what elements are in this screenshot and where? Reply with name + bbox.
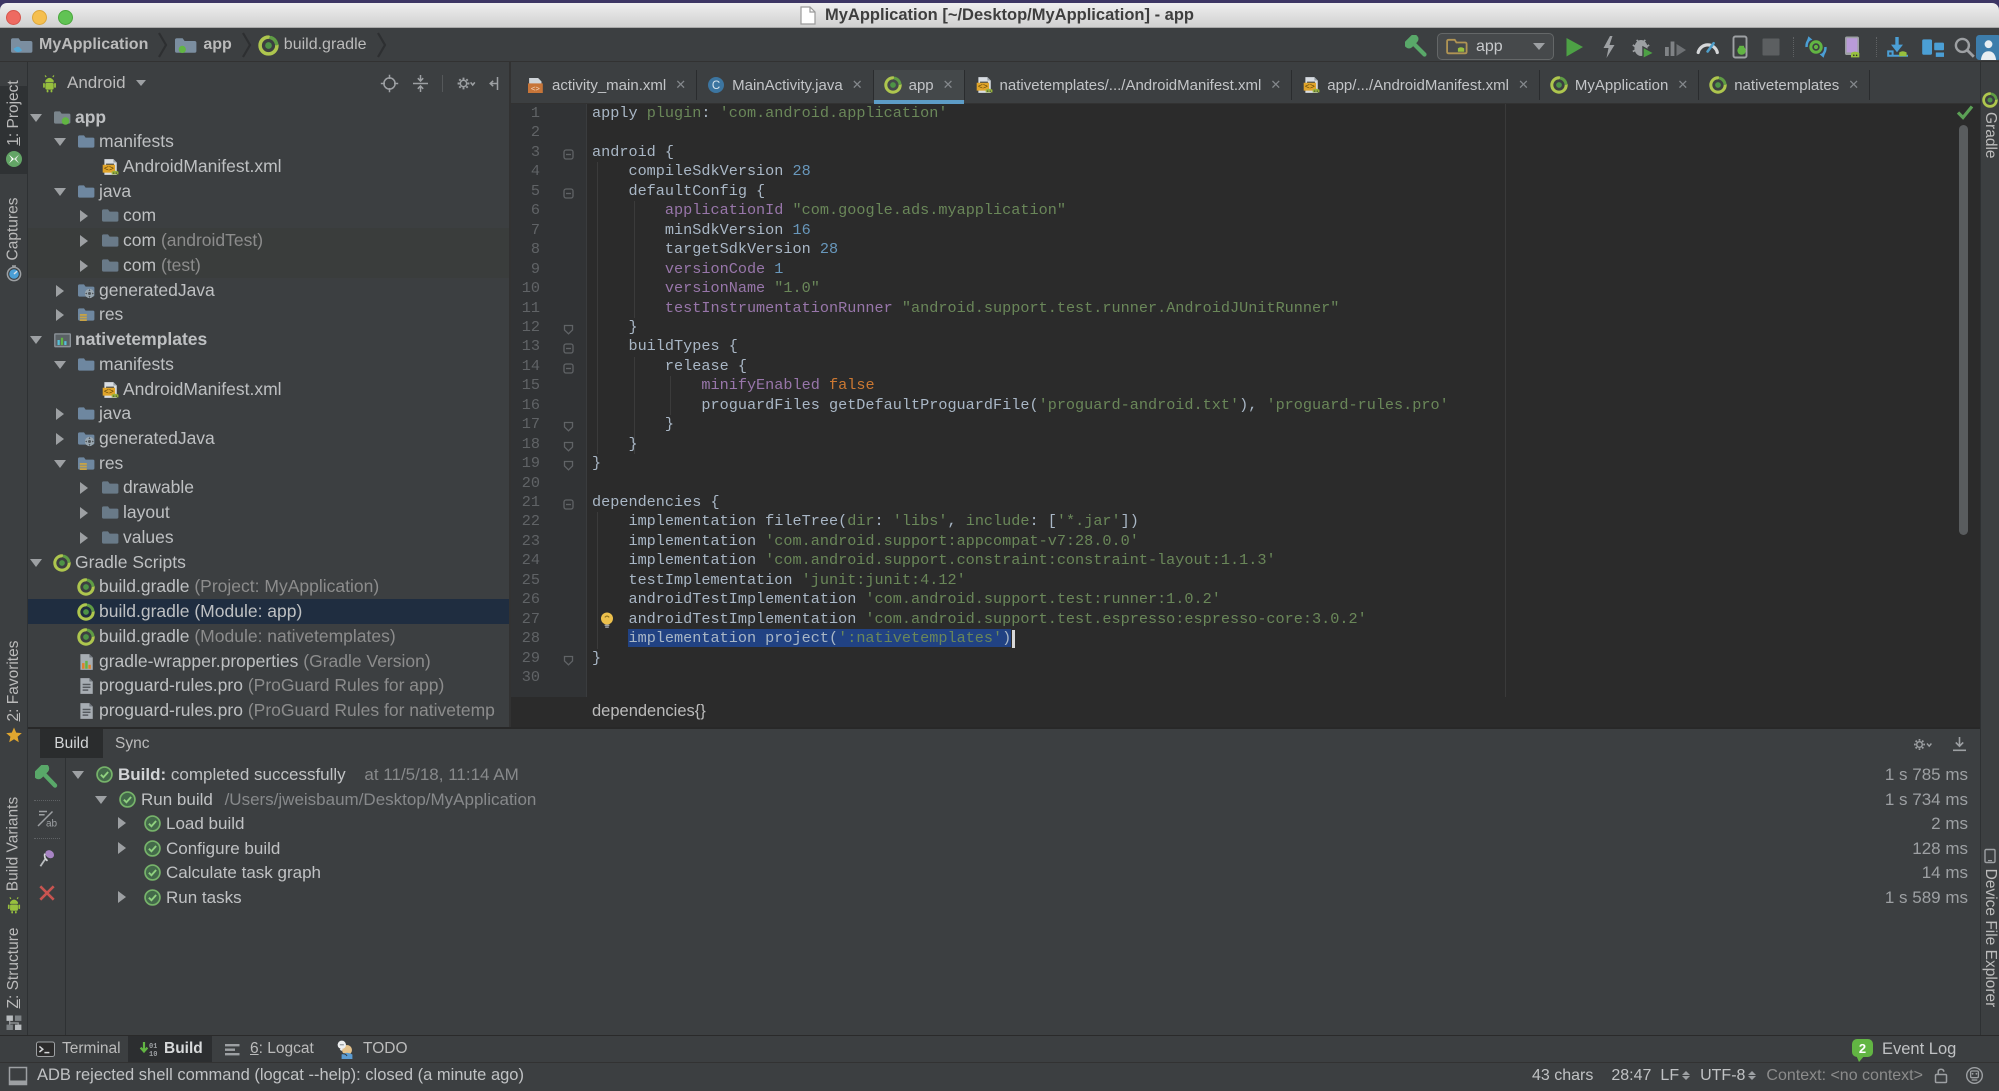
svg-text:<>: <> <box>531 85 541 93</box>
svg-text:C: C <box>712 80 720 92</box>
svg-text:10: 10 <box>149 1051 157 1059</box>
svg-text:01: 01 <box>149 1043 157 1051</box>
